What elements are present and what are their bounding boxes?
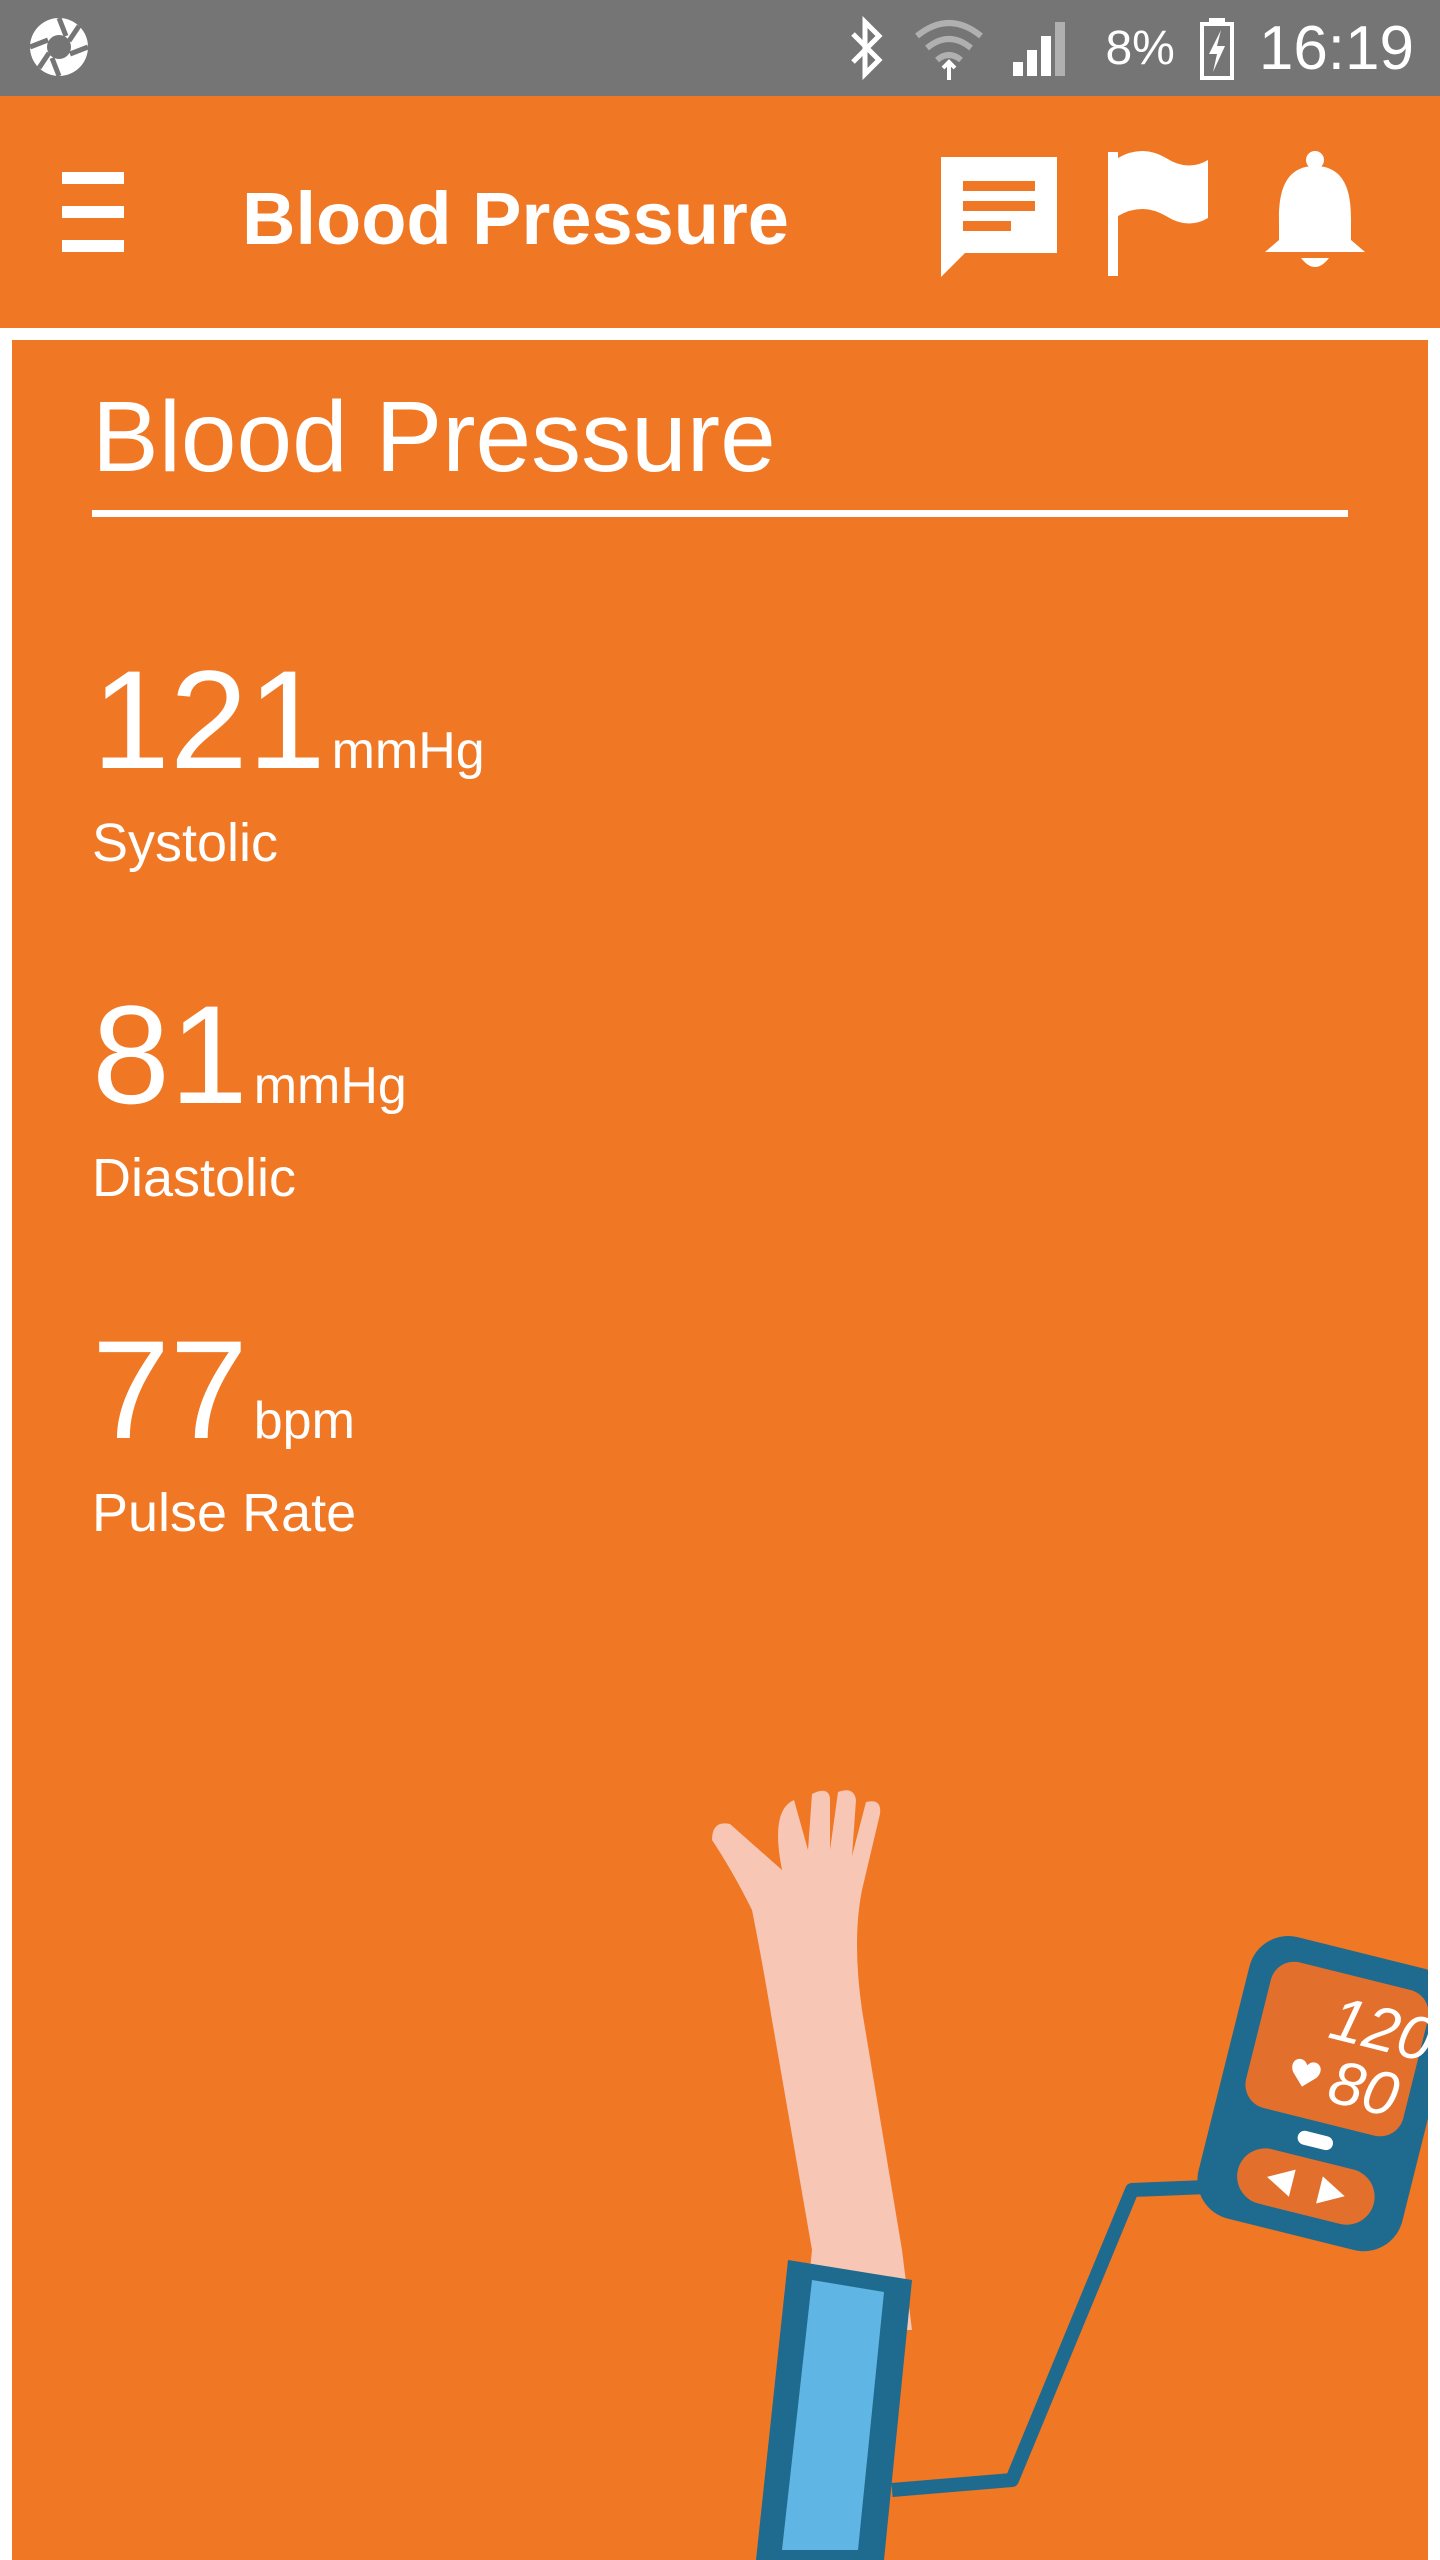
clock: 16:19 xyxy=(1258,13,1414,83)
pulse-rate-unit: bpm xyxy=(253,1392,355,1450)
metric-systolic: 121 mmHg Systolic xyxy=(92,650,485,874)
card-border-right xyxy=(1428,328,1440,2560)
app-bar-divider xyxy=(0,328,1440,340)
battery-percentage: 8% xyxy=(1105,21,1175,75)
systolic-value: 121 xyxy=(92,641,326,798)
diastolic-unit: mmHg xyxy=(253,1057,407,1115)
signal-icon xyxy=(1009,16,1075,80)
blood-pressure-card: Blood Pressure 121 mmHg Systolic 81 mmHg D… xyxy=(12,340,1428,2560)
app-title: Blood Pressure xyxy=(242,177,789,260)
diastolic-value: 81 xyxy=(92,976,248,1133)
camera-shutter-icon xyxy=(26,14,92,80)
metric-pulse-rate: 77 bpm Pulse Rate xyxy=(92,1320,356,1544)
pulse-rate-value: 77 xyxy=(92,1311,248,1468)
metric-diastolic: 81 mmHg Diastolic xyxy=(92,985,407,1209)
app-bar: Blood Pressure xyxy=(0,96,1440,328)
battery-charging-icon xyxy=(1199,16,1235,80)
wifi-icon xyxy=(913,16,985,80)
chat-icon[interactable] xyxy=(934,148,1064,278)
pulse-rate-label: Pulse Rate xyxy=(92,1483,357,1543)
status-bar: 8% 16:19 xyxy=(0,0,1440,96)
blood-pressure-monitor-illustration: 120 80 xyxy=(712,1790,1428,2560)
card-title-underline xyxy=(92,510,1348,517)
bell-icon[interactable] xyxy=(1250,148,1380,278)
systolic-unit: mmHg xyxy=(331,722,485,780)
card-title: Blood Pressure xyxy=(92,381,776,493)
diastolic-label: Diastolic xyxy=(92,1148,297,1208)
bluetooth-icon xyxy=(845,16,889,80)
card-border-left xyxy=(0,328,12,2560)
systolic-label: Systolic xyxy=(92,813,279,873)
flag-icon[interactable] xyxy=(1092,148,1222,278)
menu-icon[interactable] xyxy=(60,166,126,258)
